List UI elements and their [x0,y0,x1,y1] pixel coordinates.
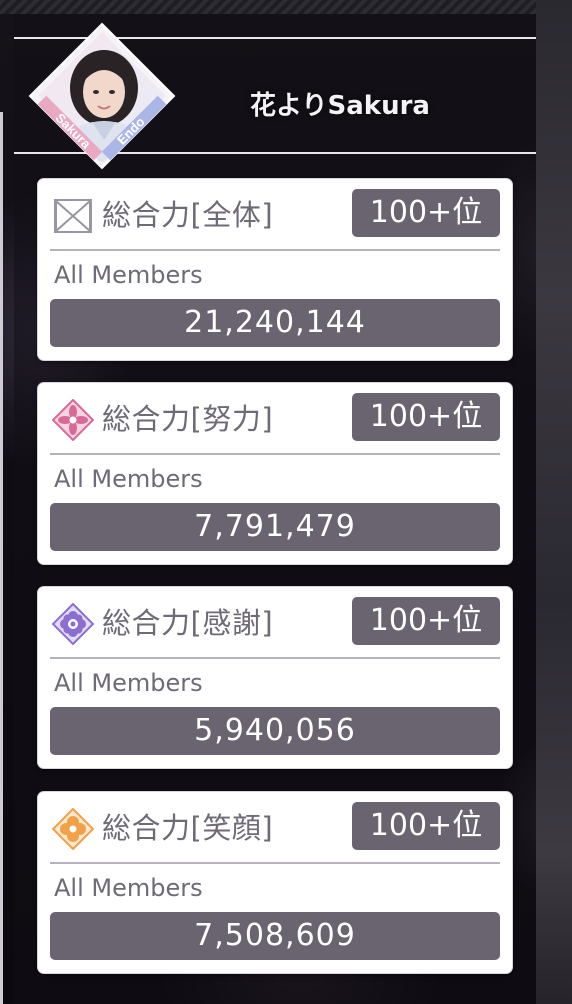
rank-badge: 100+位 [352,393,500,441]
card-label: 総合力[笑顔] [102,811,274,845]
right-edge-strip [536,0,572,1004]
card-subtitle: All Members [54,465,203,493]
card-subtitle: All Members [54,874,203,902]
left-edge-line [0,112,3,1004]
card-label: 総合力[努力] [102,402,274,436]
ranking-card-smile[interactable]: 総合力[笑顔] 100+位 All Members 7,508,609 [38,792,512,973]
overall-icon [52,195,94,237]
card-subtitle: All Members [54,669,203,697]
page-title: 花よりSakura [250,91,430,121]
member-badge[interactable]: Sakura Endo [28,22,176,170]
ranking-card-overall[interactable]: 総合力[全体] 100+位 All Members 21,240,144 [38,179,512,360]
score-value: 7,791,479 [50,503,500,551]
gratitude-icon [52,603,94,645]
effort-icon [52,399,94,441]
rank-badge: 100+位 [352,597,500,645]
score-value: 5,940,056 [50,707,500,755]
smile-icon [52,808,94,850]
ranking-card-gratitude[interactable]: 総合力[感謝] 100+位 All Members 5,940,056 [38,587,512,768]
card-label: 総合力[感謝] [102,606,274,640]
card-label: 総合力[全体] [102,198,274,232]
member-avatar: Sakura Endo [28,22,176,170]
card-divider [50,862,500,864]
card-divider [50,657,500,659]
card-subtitle: All Members [54,261,203,289]
rank-badge: 100+位 [352,802,500,850]
ranking-card-effort[interactable]: 総合力[努力] 100+位 All Members 7,791,479 [38,383,512,564]
score-value: 21,240,144 [50,299,500,347]
rank-badge: 100+位 [352,189,500,237]
card-divider [50,453,500,455]
score-value: 7,508,609 [50,912,500,960]
card-divider [50,249,500,251]
top-stripe [0,0,536,14]
